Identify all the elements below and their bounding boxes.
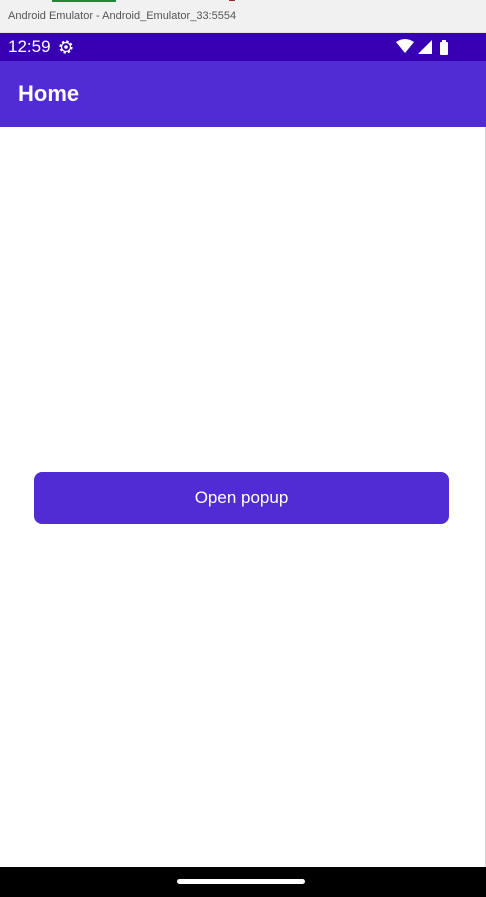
signal-icon — [418, 40, 432, 54]
background-bleed — [229, 0, 235, 1]
window-titlebar[interactable]: Android Emulator - Android_Emulator_33:5… — [0, 0, 486, 33]
wifi-icon — [396, 39, 414, 53]
open-popup-button[interactable]: Open popup — [34, 472, 449, 524]
page-title: Home — [18, 81, 80, 106]
app-bar: Home — [0, 61, 486, 127]
main-content: Open popup — [0, 127, 486, 867]
battery-icon — [440, 40, 448, 55]
home-gesture-handle[interactable] — [177, 879, 305, 884]
emulator-window: Android Emulator - Android_Emulator_33:5… — [0, 0, 486, 897]
status-time: 12:59 — [8, 37, 51, 56]
background-bleed — [143, 0, 157, 3]
navigation-bar — [0, 867, 486, 897]
status-icons — [396, 39, 448, 55]
background-bleed — [52, 0, 116, 2]
window-title: Android Emulator - Android_Emulator_33:5… — [8, 10, 237, 22]
settings-icon — [59, 40, 73, 54]
device-screen: 12:59 Home Open popup — [0, 33, 486, 897]
status-bar: 12:59 — [0, 33, 486, 61]
